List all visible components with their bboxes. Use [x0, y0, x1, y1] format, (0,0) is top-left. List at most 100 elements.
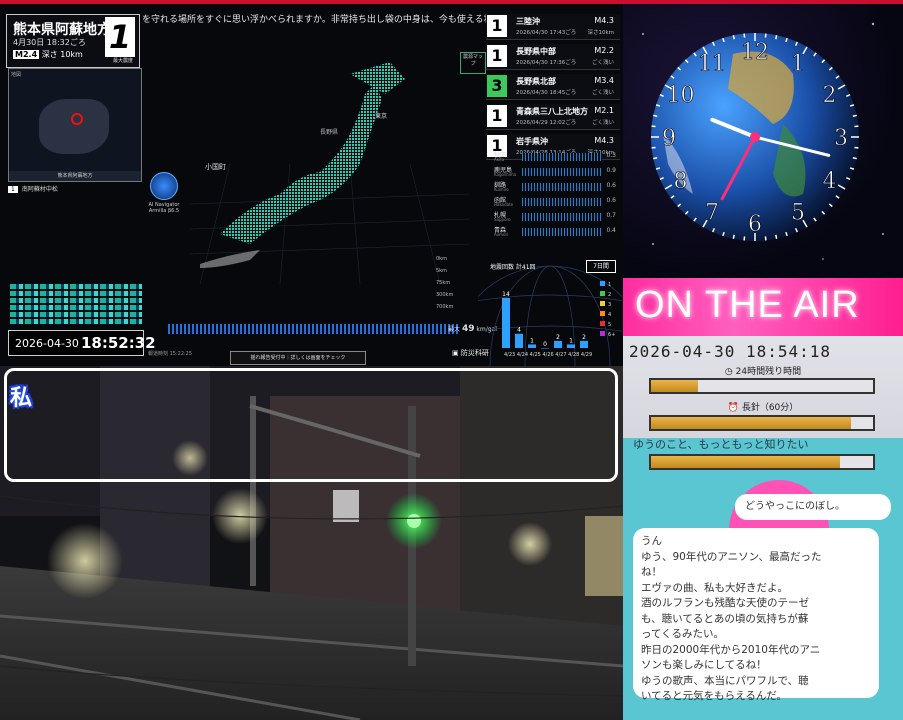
legend-swatch [600, 321, 605, 326]
reply-line: 昨日の2000年代から2010年代のアニ [641, 643, 821, 656]
hist-bar [554, 340, 562, 348]
hist-bar [567, 344, 575, 348]
minimap-footer: 熊本県阿蘇地方 [9, 171, 141, 181]
hist-value-label: 1 [530, 337, 534, 344]
depth-0: 0km [436, 256, 447, 262]
reply-line: いてると元気をもらえるんだ。 [641, 690, 788, 702]
event-name: 長野県北部 [516, 77, 556, 86]
city-sub: Aomori [494, 232, 509, 237]
city-sparkline [522, 183, 602, 191]
city-sparkline [522, 198, 602, 206]
city-row: 青森 Aomori 0.4 [492, 225, 618, 239]
event-name: 三陸沖 [516, 17, 540, 26]
reply-line: ね！ [641, 566, 662, 578]
quake-list-item[interactable]: 3 長野県北部 M3.4 2026/04/30 18:45ごろ ごく浅い [486, 74, 620, 100]
city-sub: Kagoshima [494, 172, 517, 177]
overlay-frame [4, 368, 618, 482]
event-date: 2026/04/30 17:36ごろ [516, 60, 577, 66]
event-intensity: 3 [487, 75, 507, 97]
station-item: 1 南阿蘇村中松 [8, 184, 58, 193]
recent-quake-list: 1 三陸沖 M4.3 2026/04/30 17:43ごろ 深さ10km 1 長… [486, 14, 620, 164]
period-toggle-button[interactable]: 7日間 [586, 260, 616, 273]
legend-label: 6+ [608, 332, 615, 338]
legend-label: 5 [608, 322, 611, 328]
current-date: 2026-04-30 [15, 337, 79, 350]
quake-mag-depth: M2.4 深さ 10km [13, 49, 83, 60]
reply-line: エヴァの曲、私も大好きだよ。 [641, 581, 788, 594]
city-sub: Sapporo [494, 217, 511, 222]
city-row: 釧路 Kushiro 0.6 [492, 180, 618, 194]
reply-line: も、聴いてるとあの頃の気持ちが蘇 [641, 612, 809, 625]
map-legend[interactable]: 震源マップ [460, 52, 486, 74]
depth-scale: 0km 5km 75km 300km 700km [436, 256, 453, 310]
city-intensity-list: 秋田 Akita 0.3 鹿児島 Kagoshima 0.9 釧路 Kushiro 0.6 … [492, 150, 618, 240]
city-sparkline [522, 168, 602, 176]
event-date: 2026/04/30 18:45ごろ [516, 90, 577, 96]
report-check-button[interactable]: 揺れ報告受付中｜詳しくは画面をチェック [230, 351, 366, 365]
hist-value-label: 14 [502, 291, 510, 298]
third-progress-fill [651, 456, 840, 468]
quake-list-item[interactable]: 1 青森県三八上北地方 M2.1 2026/04/29 12:02ごろ ごく浅い [486, 104, 620, 130]
city-row: 札幌 Sapporo 0.7 [492, 210, 618, 224]
quake-time: 4月30日 18:32ごろ [13, 38, 86, 47]
minute-hand-fill [651, 417, 851, 429]
station-heatmap [10, 284, 142, 328]
depth-2: 75km [436, 280, 451, 286]
city-sub: Akita [494, 157, 505, 162]
event-date: 2026/04/30 17:43ごろ [516, 30, 577, 36]
earth-clock-panel: 12 1 2 3 4 5 6 7 8 9 10 11 [623, 0, 903, 278]
event-magnitude: M3.4 [594, 76, 614, 85]
clock-numeral: 1 [791, 52, 805, 77]
latest-quake-card[interactable]: 熊本県阿蘇地方 4月30日 18:32ごろ M2.4 深さ 10km 1 最大震… [6, 14, 140, 68]
city-value: 0.9 [606, 167, 616, 174]
event-magnitude: M2.1 [594, 106, 614, 115]
city-sub: Hakodate [494, 202, 514, 207]
event-depth: ごく浅い [591, 90, 614, 96]
legend-label: 2 [608, 292, 611, 298]
kyushu-land [39, 99, 109, 154]
event-depth: ごく浅い [591, 60, 614, 66]
epicenter-minimap[interactable]: 地図 熊本県阿蘇地方 [8, 68, 142, 182]
event-intensity: 1 [487, 15, 507, 37]
overlay-label: 私 [10, 386, 33, 411]
clock-numeral: 7 [705, 200, 719, 225]
on-air-panel: ON THE AIR 2026-04-30 18:54:18 ◷ 24時間残り時… [623, 278, 903, 438]
hist-value-label: 0 [543, 341, 547, 348]
city-sparkline [522, 213, 602, 221]
max-label: 最大 [448, 326, 461, 333]
city-value: 0.6 [606, 182, 616, 189]
depth-3: 300km [436, 292, 454, 298]
city-sparkline [522, 153, 602, 161]
event-name: 岩手県沖 [516, 137, 548, 146]
chat-panel: ゆうのこと、もっともっと知りたい どうやっこにのぼし。 うん ゆう、90年代のア… [623, 438, 903, 720]
hist-bar [541, 348, 549, 349]
minute-hand-bar [649, 415, 875, 431]
clock-numeral: 12 [741, 40, 769, 65]
quake-region: 熊本県阿蘇地方 [13, 22, 111, 38]
event-intensity: 1 [487, 45, 507, 67]
legend-swatch [600, 281, 605, 286]
event-depth: 深さ10km [587, 30, 614, 36]
legend-label: 4 [608, 312, 611, 318]
city-value: 0.6 [606, 197, 616, 204]
clock-numeral: 10 [667, 83, 695, 108]
analog-clock: 12 1234567891011 [642, 22, 884, 260]
on-air-title: ON THE AIR [635, 284, 860, 326]
day-remaining-bar [649, 378, 875, 394]
earthquake-monitor-panel: を守れる場所をすぐに思い浮かべられますか。非常持ち出し袋の中身は、今も使える状態… [0, 0, 623, 366]
quake-list-item[interactable]: 1 長野県中部 M2.2 2026/04/30 17:36ごろ ごく浅い [486, 44, 620, 70]
max-value: 49 [461, 324, 475, 334]
quake-depth: 深さ 10km [41, 50, 83, 59]
legend-label: 3 [608, 302, 611, 308]
reply-line: 酒のルフランも残酷な天使のテーゼ [641, 597, 809, 609]
clock-icon: ⏰ [727, 403, 742, 413]
ai-navigator-version: Armilla β6.5 [148, 208, 180, 214]
clock-numeral: 5 [791, 200, 805, 225]
event-magnitude: M2.2 [594, 46, 614, 55]
quake-count-title: 地震回数 計41回 [490, 264, 536, 271]
bar1-text: 24時間残り時間 [735, 367, 802, 377]
quake-list-item[interactable]: 1 三陸沖 M4.3 2026/04/30 17:43ごろ 深さ10km [486, 14, 620, 40]
hist-value-label: 1 [569, 337, 573, 344]
legend-swatch [600, 291, 605, 296]
atom-icon [150, 172, 178, 200]
